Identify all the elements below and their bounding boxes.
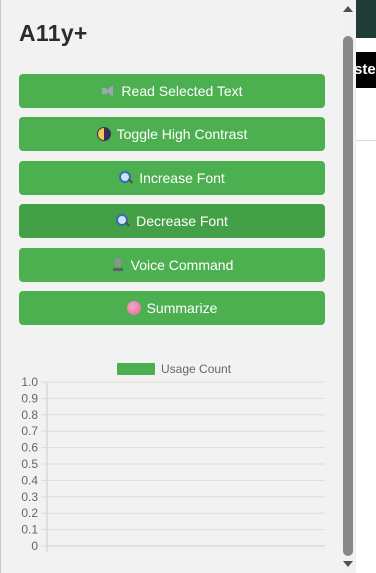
magnify-icon: [119, 170, 133, 185]
screen: ster A11y+ Read Selected Text Toggle Hig…: [0, 0, 376, 573]
y-tick-label: 0.9: [21, 391, 38, 405]
scrollbar-thumb[interactable]: [343, 36, 353, 556]
y-tick-label: 0.3: [21, 490, 38, 504]
y-tick-label: 0: [31, 539, 38, 553]
decrease-font-button[interactable]: Decrease Font: [19, 204, 325, 239]
read-selected-text-label: Read Selected Text: [121, 83, 243, 99]
y-tick-label: 0.4: [21, 473, 38, 487]
y-tick-label: 1.0: [21, 375, 38, 389]
voice-command-label: Voice Command: [130, 256, 234, 273]
action-list: Read Selected Text Toggle High Contrast …: [19, 74, 325, 334]
read-selected-text-button[interactable]: Read Selected Text: [19, 74, 325, 108]
background-label-text: ster: [354, 61, 376, 78]
brain-icon: [126, 300, 141, 315]
y-tick-label: 0.8: [21, 408, 38, 422]
toggle-high-contrast-label: Toggle High Contrast: [116, 126, 248, 143]
legend-swatch: [117, 363, 155, 375]
speaker-icon: [101, 84, 115, 98]
usage-chart-svg: Usage Count 1.0 0.9 0.8 0.7 0.6 0.5 0.4 0.3 0.2 0.…: [21, 362, 325, 553]
contrast-icon: [96, 127, 111, 142]
usage-chart: Usage Count 1.0 0.9 0.8 0.7 0.6 0.5 0.4 0.3 0.2 0.…: [1, 354, 341, 573]
scrollbar[interactable]: [340, 0, 356, 573]
voice-command-button[interactable]: Voice Command: [19, 247, 325, 282]
microphone-icon: [111, 257, 125, 272]
y-tick-label: 0.5: [21, 457, 38, 471]
y-tick-label: 0.7: [21, 424, 38, 438]
magnify-icon: [116, 214, 130, 228]
decrease-font-label: Decrease Font: [136, 213, 228, 230]
increase-font-label: Increase Font: [139, 169, 225, 186]
increase-font-button[interactable]: Increase Font: [19, 160, 325, 195]
app-title: A11y+: [19, 20, 88, 46]
scroll-up-arrow-icon[interactable]: [343, 6, 353, 12]
summarize-label: Summarize: [146, 299, 218, 316]
summarize-button[interactable]: Summarize: [19, 290, 325, 325]
y-tick-label: 0.6: [21, 441, 38, 455]
accessibility-panel: A11y+ Read Selected Text Toggle High Con…: [0, 0, 340, 573]
legend-label: Usage Count: [161, 362, 232, 376]
scroll-down-arrow-icon[interactable]: [343, 561, 353, 567]
toggle-high-contrast-button[interactable]: Toggle High Contrast: [19, 117, 325, 152]
y-tick-label: 0.2: [21, 506, 38, 520]
y-tick-label: 0.1: [21, 523, 38, 537]
